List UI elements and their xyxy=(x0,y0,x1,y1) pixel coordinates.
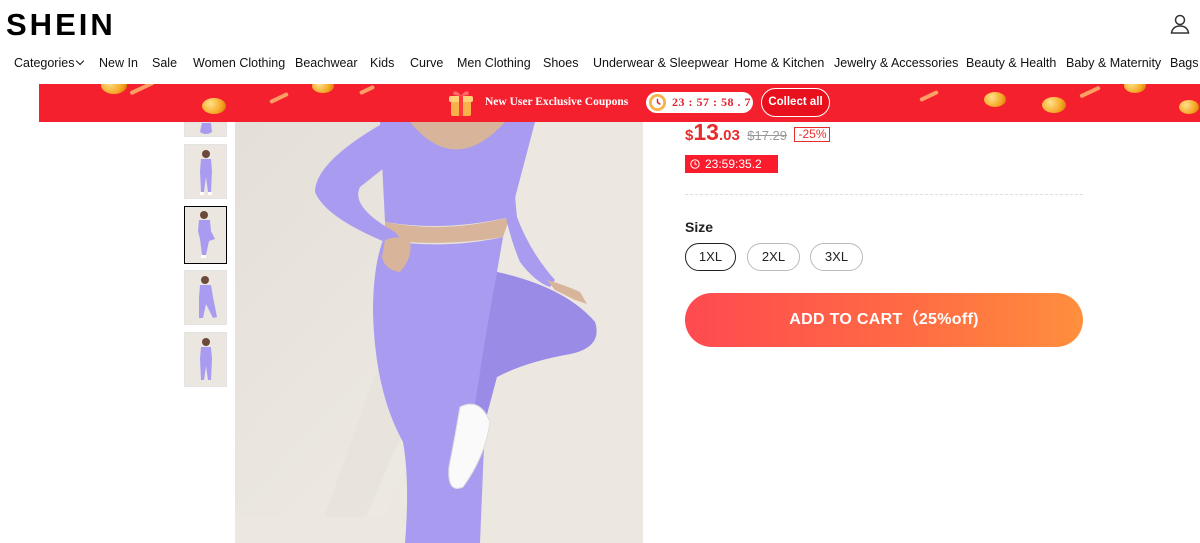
nav-item-beauty-health[interactable]: Beauty & Health xyxy=(966,56,1056,70)
size-option-2xl[interactable]: 2XL xyxy=(747,243,800,271)
nav-item-underwear-sleepwear[interactable]: Underwear & Sleepwear xyxy=(593,56,729,70)
nav-item-new-in[interactable]: New In xyxy=(99,56,138,70)
site-header: SHEIN Categories New In Sale Women Cloth… xyxy=(0,0,1200,84)
discount-badge: -25% xyxy=(794,127,831,142)
streak-decoration xyxy=(1079,85,1101,99)
nav-item-women-clothing[interactable]: Women Clothing xyxy=(193,56,285,70)
divider xyxy=(685,194,1083,195)
countdown-text: 23:59:35.2 xyxy=(705,157,762,171)
new-user-coupon-banner[interactable]: New User Exclusive Coupons 23 : 57 : 58 … xyxy=(39,84,1200,122)
coupon-timer-text: 23 : 57 : 58 . 7 xyxy=(672,95,751,109)
price-row: $13.03 $17.29 -25% xyxy=(685,119,831,146)
coin-decoration xyxy=(984,92,1006,107)
coin-decoration xyxy=(312,84,334,93)
streak-decoration xyxy=(269,91,289,105)
nav-item-label: Categories xyxy=(14,56,75,70)
thumbnail-1[interactable] xyxy=(184,122,227,137)
sale-price-integer: 13 xyxy=(693,119,719,145)
streak-decoration xyxy=(129,84,155,96)
nav-item-shoes[interactable]: Shoes xyxy=(543,56,578,70)
flash-sale-countdown: 23:59:35.2 xyxy=(685,155,778,173)
coupon-timer: 23 : 57 : 58 . 7 xyxy=(646,92,753,113)
coin-decoration xyxy=(202,98,226,114)
thumbnail-4[interactable] xyxy=(184,270,227,325)
user-icon[interactable] xyxy=(1168,12,1192,36)
size-label: Size xyxy=(685,219,714,235)
thumbnail-2[interactable] xyxy=(184,144,227,199)
nav-item-bags[interactable]: Bags xyxy=(1170,56,1199,70)
thumbnail-5[interactable] xyxy=(184,332,227,387)
nav-item-jewelry-accessories[interactable]: Jewelry & Accessories xyxy=(834,56,958,70)
alarm-clock-icon xyxy=(648,93,667,112)
nav-item-beachwear[interactable]: Beachwear xyxy=(295,56,358,70)
nav-item-baby-maternity[interactable]: Baby & Maternity xyxy=(1066,56,1161,70)
coin-decoration xyxy=(1124,84,1146,93)
nav-item-men-clothing[interactable]: Men Clothing xyxy=(457,56,531,70)
chevron-down-icon xyxy=(76,56,85,66)
main-product-image xyxy=(235,122,643,543)
coin-decoration xyxy=(1179,100,1199,114)
nav-item-curve[interactable]: Curve xyxy=(410,56,443,70)
category-nav: Categories New In Sale Women Clothing Be… xyxy=(0,56,1200,76)
add-to-cart-button[interactable]: ADD TO CART（25%off) xyxy=(685,293,1083,347)
nav-item-home-kitchen[interactable]: Home & Kitchen xyxy=(734,56,824,70)
thumbnail-3-selected[interactable] xyxy=(184,206,227,264)
promo-text: New User Exclusive Coupons xyxy=(485,96,629,108)
streak-decoration xyxy=(358,84,376,96)
collect-all-button[interactable]: Collect all xyxy=(761,88,830,117)
streak-decoration xyxy=(919,89,939,103)
size-option-1xl[interactable]: 1XL xyxy=(685,243,736,271)
gift-icon xyxy=(449,91,473,116)
coin-decoration xyxy=(101,84,127,94)
clock-icon xyxy=(690,159,700,169)
sale-price-decimal: .03 xyxy=(718,127,740,144)
coin-decoration xyxy=(1042,97,1066,113)
size-option-3xl[interactable]: 3XL xyxy=(810,243,863,271)
nav-item-sale[interactable]: Sale xyxy=(152,56,177,70)
shein-logo[interactable]: SHEIN xyxy=(6,7,116,43)
nav-item-kids[interactable]: Kids xyxy=(370,56,394,70)
nav-item-categories[interactable]: Categories xyxy=(14,56,85,70)
original-price: $17.29 xyxy=(747,128,788,143)
